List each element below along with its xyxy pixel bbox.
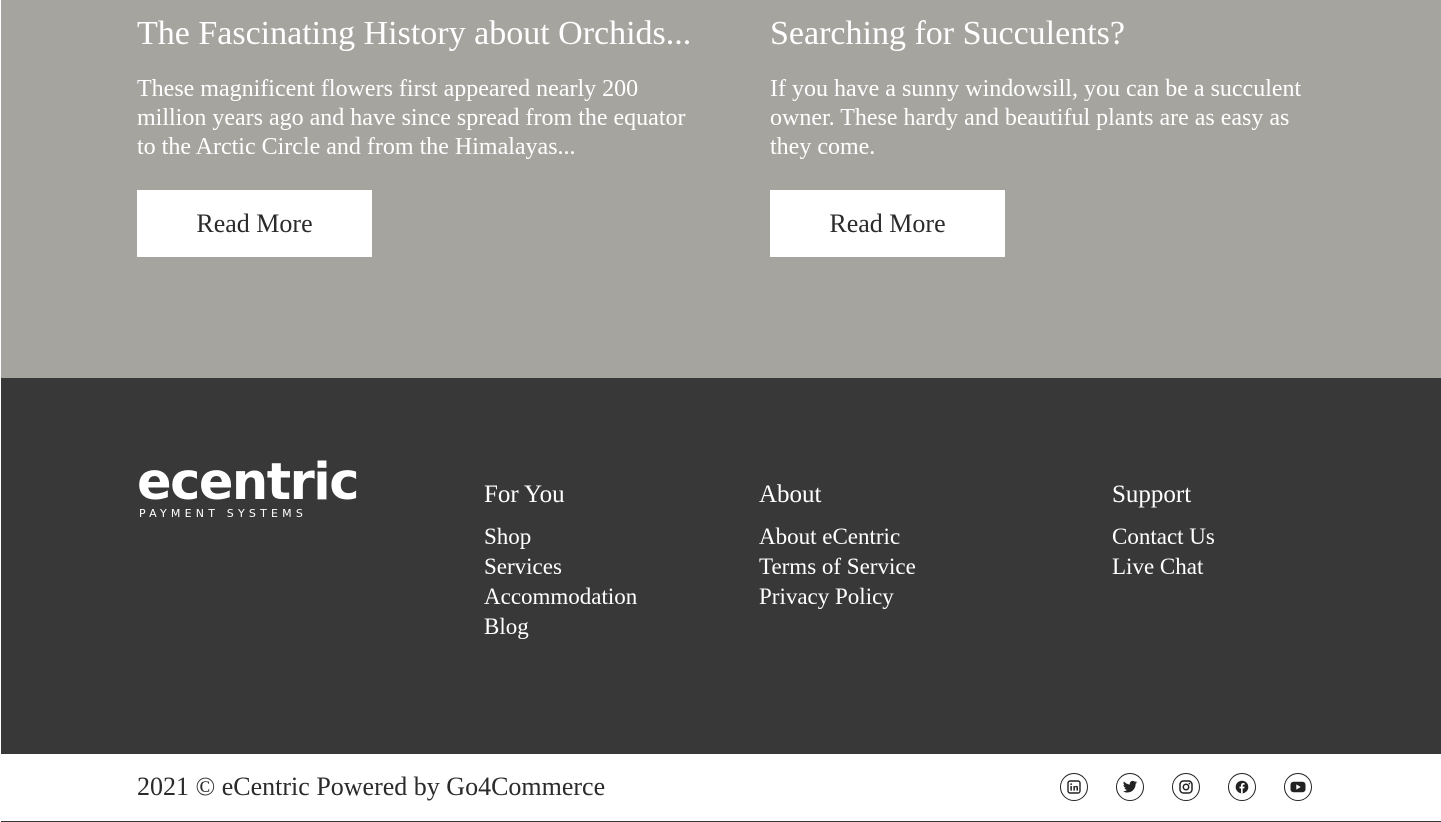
footer-link-terms-of-service[interactable]: Terms of Service xyxy=(759,554,916,579)
footer-link-privacy-policy[interactable]: Privacy Policy xyxy=(759,584,894,609)
page: The Fascinating History about Orchids...… xyxy=(1,0,1441,822)
youtube-glyph xyxy=(1290,781,1306,793)
footer-link-item: Live Chat xyxy=(1112,552,1215,582)
linkedin-icon[interactable] xyxy=(1060,773,1088,801)
read-more-button[interactable]: Read More xyxy=(770,190,1005,257)
footer-link-item: Privacy Policy xyxy=(759,582,916,612)
footer-link-blog[interactable]: Blog xyxy=(484,614,529,639)
footer-column-heading: For You xyxy=(484,481,565,508)
blog-section: The Fascinating History about Orchids...… xyxy=(1,0,1441,378)
footer-column-heading: About xyxy=(759,481,822,508)
blog-card-excerpt: If you have a sunny windowsill, you can … xyxy=(770,76,1302,160)
read-more-button[interactable]: Read More xyxy=(137,190,372,257)
youtube-icon[interactable] xyxy=(1284,773,1312,801)
blog-card-title-wrap: Searching for Succulents? xyxy=(770,0,1330,55)
footer-link-services[interactable]: Services xyxy=(484,554,562,579)
footer-link-item: Shop xyxy=(484,522,637,552)
instagram-icon[interactable] xyxy=(1172,773,1200,801)
footer-column-heading: Support xyxy=(1112,481,1192,508)
facebook-glyph xyxy=(1235,780,1249,794)
footer-link-list: Shop Services Accommodation Blog xyxy=(484,522,637,642)
footer-link-item: Contact Us xyxy=(1112,522,1215,552)
linkedin-glyph xyxy=(1067,780,1081,794)
facebook-icon[interactable] xyxy=(1228,773,1256,801)
instagram-glyph xyxy=(1179,780,1193,794)
twitter-icon[interactable] xyxy=(1116,773,1144,801)
twitter-glyph xyxy=(1123,780,1137,793)
blog-card-title-wrap: The Fascinating History about Orchids... xyxy=(137,0,697,55)
footer-link-live-chat[interactable]: Live Chat xyxy=(1112,554,1203,579)
blog-card-excerpt: These magnificent flowers first appeared… xyxy=(137,76,686,160)
footer-link-shop[interactable]: Shop xyxy=(484,524,531,549)
blog-card-title[interactable]: Searching for Succulents? xyxy=(770,13,1330,55)
footer-link-contact-us[interactable]: Contact Us xyxy=(1112,524,1215,549)
footer-link-item: Blog xyxy=(484,612,637,642)
footer-link-about-ecentric[interactable]: About eCentric xyxy=(759,524,900,549)
footer-column-for-you: For You Shop Services Accommodation Blog xyxy=(484,480,637,642)
footer-link-accommodation[interactable]: Accommodation xyxy=(484,584,637,609)
bottom-bar: 2021 © eCentric Powered by Go4Commerce xyxy=(1,754,1441,822)
footer-link-item: Services xyxy=(484,552,637,582)
footer-link-list: About eCentric Terms of Service Privacy … xyxy=(759,522,916,612)
footer-link-item: About eCentric xyxy=(759,522,916,552)
site-footer: ecentric PAYMENT SYSTEMS For You Shop Se… xyxy=(1,378,1441,754)
logo-wordmark: ecentric xyxy=(137,453,359,512)
blog-card-title[interactable]: The Fascinating History about Orchids... xyxy=(137,13,697,55)
footer-link-item: Accommodation xyxy=(484,582,637,612)
footer-link-item: Terms of Service xyxy=(759,552,916,582)
footer-column-about: About About eCentric Terms of Service Pr… xyxy=(759,480,916,612)
footer-link-list: Contact Us Live Chat xyxy=(1112,522,1215,582)
ecentric-logo[interactable]: ecentric PAYMENT SYSTEMS xyxy=(137,453,359,520)
copyright-text: 2021 © eCentric Powered by Go4Commerce xyxy=(137,772,606,801)
footer-column-support: Support Contact Us Live Chat xyxy=(1112,480,1215,582)
